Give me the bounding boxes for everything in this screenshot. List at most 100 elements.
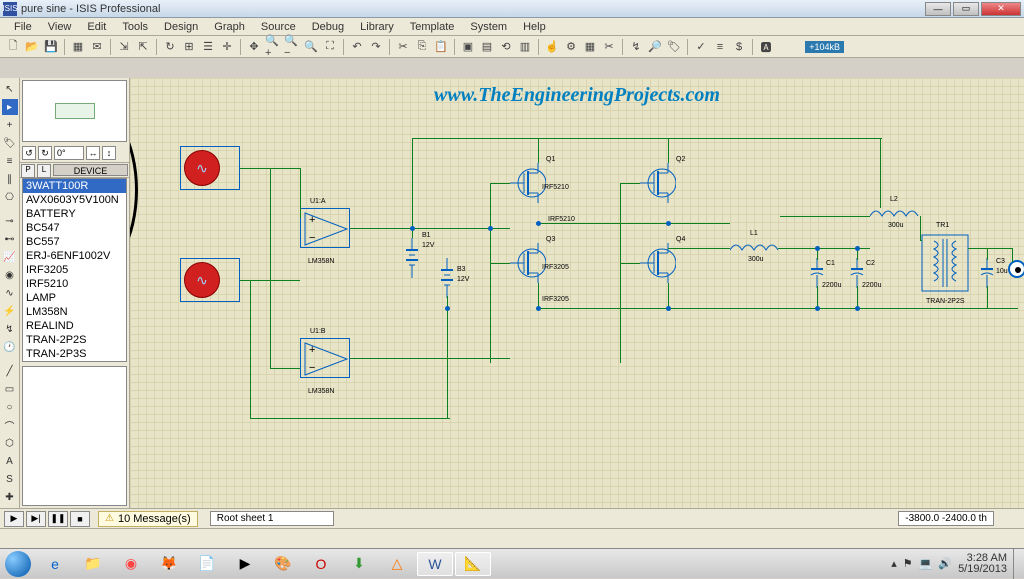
taskbar-isis-icon[interactable]: 📐: [455, 552, 491, 576]
tray-volume-icon[interactable]: 🔊: [938, 557, 952, 570]
maximize-button[interactable]: ▭: [953, 2, 979, 16]
menu-edit[interactable]: Edit: [79, 19, 114, 35]
center-icon[interactable]: ✥: [245, 38, 263, 56]
origin-icon[interactable]: ✛: [218, 38, 236, 56]
text-2d-icon[interactable]: A: [2, 453, 18, 469]
device-item[interactable]: IRF3205: [23, 263, 126, 277]
device-item[interactable]: LAMP: [23, 291, 126, 305]
tray-up-icon[interactable]: ▴: [891, 557, 897, 570]
menu-library[interactable]: Library: [352, 19, 402, 35]
decompose-icon[interactable]: ✂: [600, 38, 618, 56]
schematic-canvas[interactable]: www.TheEngineeringProjects.com ⬆ Compone…: [130, 78, 1024, 508]
device-item[interactable]: LM358N: [23, 305, 126, 319]
generator-icon[interactable]: ∿: [2, 285, 18, 301]
menu-system[interactable]: System: [462, 19, 515, 35]
tray-network-icon[interactable]: 💻: [919, 557, 933, 570]
device-item[interactable]: IRF5210: [23, 277, 126, 291]
device-item[interactable]: REALIND: [23, 319, 126, 333]
taskbar-chrome-icon[interactable]: ◉: [113, 552, 149, 576]
menu-graph[interactable]: Graph: [206, 19, 253, 35]
menu-template[interactable]: Template: [402, 19, 463, 35]
device-item[interactable]: BC557: [23, 235, 126, 249]
rotate-cw-icon[interactable]: ↻: [38, 146, 52, 160]
tape-icon[interactable]: ◉: [2, 267, 18, 283]
play-button[interactable]: ▶: [4, 511, 24, 527]
system-tray[interactable]: ▴ ⚑ 💻 🔊 3:28 AM 5/19/2013: [887, 549, 1024, 579]
print-area-icon[interactable]: ▦: [69, 38, 87, 56]
device-list[interactable]: 3WATT100R AVX0603Y5V100N BATTERY BC547 B…: [22, 178, 127, 362]
subcircuit-icon[interactable]: ⎔: [2, 189, 18, 205]
block-rotate-icon[interactable]: ⟲: [497, 38, 515, 56]
pause-button[interactable]: ❚❚: [48, 511, 68, 527]
property-icon[interactable]: 🏷: [665, 38, 683, 56]
device-pin-icon[interactable]: ⊷: [2, 231, 18, 247]
ares-icon[interactable]: 🅰: [757, 38, 775, 56]
zoom-out-icon[interactable]: 🔍−: [283, 38, 301, 56]
overview-window[interactable]: [22, 80, 127, 142]
opamp-u1b[interactable]: +−: [300, 338, 350, 378]
speaker-ls[interactable]: [1008, 260, 1024, 278]
zoom-all-icon[interactable]: 🔍: [302, 38, 320, 56]
wire-autoroute-icon[interactable]: ↯: [627, 38, 645, 56]
taskbar-notepad-icon[interactable]: 📄: [189, 552, 225, 576]
redo-icon[interactable]: ↷: [367, 38, 385, 56]
stop-button[interactable]: ■: [70, 511, 90, 527]
library-button[interactable]: L: [37, 164, 51, 178]
export-icon[interactable]: ⇱: [134, 38, 152, 56]
menu-source[interactable]: Source: [253, 19, 304, 35]
copy-icon[interactable]: ⎘: [413, 38, 431, 56]
taskbar-explorer-icon[interactable]: 📁: [75, 552, 111, 576]
menu-file[interactable]: File: [6, 19, 40, 35]
save-icon[interactable]: 💾: [42, 38, 60, 56]
cut-icon[interactable]: ✂: [394, 38, 412, 56]
taskbar-wmp-icon[interactable]: ▶: [227, 552, 263, 576]
messages-button[interactable]: 10 Message(s): [98, 511, 198, 527]
device-item[interactable]: TRAN-2P3S: [23, 347, 126, 361]
path-2d-icon[interactable]: ⬡: [2, 435, 18, 451]
bom-icon[interactable]: $: [730, 38, 748, 56]
marker-2d-icon[interactable]: ✚: [2, 489, 18, 505]
graph-icon[interactable]: 📈: [2, 249, 18, 265]
import-icon[interactable]: ⇲: [115, 38, 133, 56]
zoom-area-icon[interactable]: ⛶: [321, 38, 339, 56]
menu-tools[interactable]: Tools: [114, 19, 156, 35]
battery-b3[interactable]: [440, 258, 454, 301]
box-2d-icon[interactable]: ▭: [2, 381, 18, 397]
tray-flag-icon[interactable]: ⚑: [903, 557, 913, 570]
current-probe-icon[interactable]: ↯: [2, 321, 18, 337]
minimize-button[interactable]: —: [925, 2, 951, 16]
grid-icon[interactable]: ⊞: [180, 38, 198, 56]
menu-help[interactable]: Help: [515, 19, 554, 35]
open-icon[interactable]: 📂: [23, 38, 41, 56]
mail-icon[interactable]: ✉: [88, 38, 106, 56]
device-item[interactable]: TRAN-2P2S: [23, 333, 126, 347]
erc-icon[interactable]: ✓: [692, 38, 710, 56]
arc-2d-icon[interactable]: ⌒: [2, 417, 18, 433]
taskbar-word-icon[interactable]: W: [417, 552, 453, 576]
undo-icon[interactable]: ↶: [348, 38, 366, 56]
device-item[interactable]: ERJ-6ENF1002V: [23, 249, 126, 263]
device-item[interactable]: 3WATT100R: [23, 179, 126, 193]
circle-2d-icon[interactable]: ○: [2, 399, 18, 415]
paste-icon[interactable]: 📋: [432, 38, 450, 56]
block-copy-icon[interactable]: ▣: [459, 38, 477, 56]
zoom-in-icon[interactable]: 🔍+: [264, 38, 282, 56]
search-icon[interactable]: 🔎: [646, 38, 664, 56]
voltage-probe-icon[interactable]: ⚡: [2, 303, 18, 319]
block-delete-icon[interactable]: ▥: [516, 38, 534, 56]
junction-icon[interactable]: +: [2, 117, 18, 133]
component-mode-icon[interactable]: ▸: [2, 99, 18, 115]
new-icon[interactable]: 🗋: [4, 38, 22, 56]
menu-debug[interactable]: Debug: [304, 19, 352, 35]
tray-clock[interactable]: 3:28 AM 5/19/2013: [958, 553, 1007, 575]
terminal-icon[interactable]: ⊸: [2, 213, 18, 229]
symbol-2d-icon[interactable]: S: [2, 471, 18, 487]
make-device-icon[interactable]: ⚙: [562, 38, 580, 56]
transformer-tr1[interactable]: [920, 233, 970, 296]
rotation-angle-input[interactable]: [54, 146, 84, 160]
text-script-icon[interactable]: ≡: [2, 153, 18, 169]
mosfet-q4[interactable]: [640, 243, 676, 283]
netlist-icon[interactable]: ≡: [711, 38, 729, 56]
bus-icon[interactable]: ∥: [2, 171, 18, 187]
menu-view[interactable]: View: [40, 19, 80, 35]
